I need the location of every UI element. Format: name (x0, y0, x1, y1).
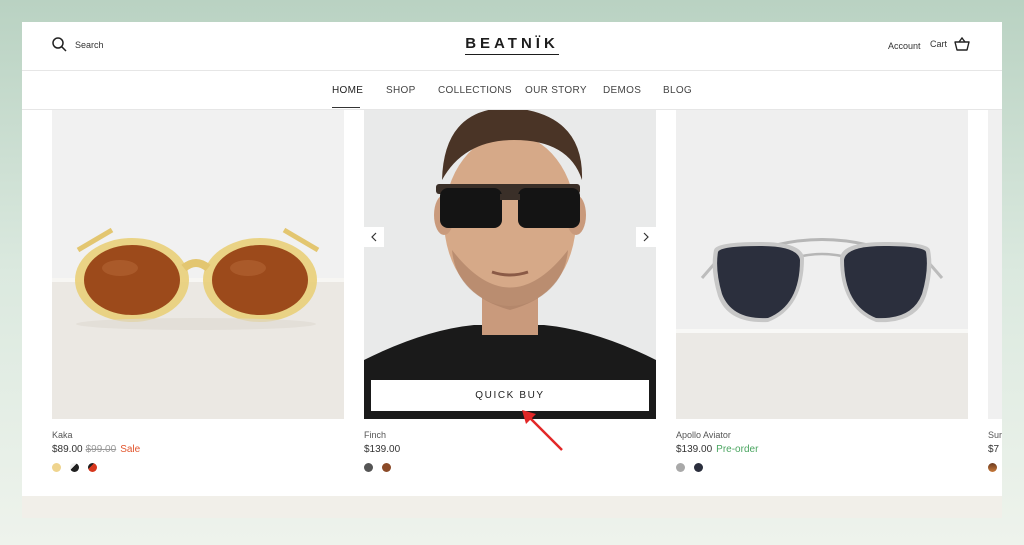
product-price: $139.00 (364, 444, 401, 455)
color-swatches (364, 463, 391, 472)
color-swatch[interactable] (70, 463, 79, 472)
nav-active-indicator (332, 107, 360, 108)
product-name[interactable]: Kaka (52, 430, 73, 440)
carousel-prev-button[interactable] (364, 227, 384, 247)
carousel-next-button[interactable] (636, 227, 656, 247)
nav-item-our-story[interactable]: OUR STORY (525, 85, 587, 96)
color-swatches (52, 463, 97, 472)
sale-badge: Sale (120, 444, 141, 455)
color-swatches (676, 463, 703, 472)
logo-text: BEATNÏK (465, 35, 559, 55)
product-price: $89.00 (52, 444, 83, 455)
main-nav: HOME SHOP COLLECTIONS OUR STORY DEMOS BL… (22, 71, 1002, 110)
product-image[interactable] (676, 110, 968, 419)
color-swatch[interactable] (694, 463, 703, 472)
aviator-sunglasses-image (676, 110, 968, 419)
price-row: $89.00 $99.00 Sale (52, 444, 140, 455)
nav-item-collections[interactable]: COLLECTIONS (438, 85, 512, 96)
cart-button[interactable]: Cart (930, 37, 970, 51)
site-header: Search BEATNÏK Account Cart (22, 22, 1002, 71)
chevron-right-icon (643, 232, 649, 242)
basket-icon (954, 37, 970, 51)
product-price: $7 (988, 444, 1000, 455)
color-swatch[interactable] (52, 463, 61, 472)
compare-price: $99.00 (85, 444, 117, 455)
product-card-partial[interactable]: Sur $7 (988, 110, 1002, 496)
color-swatch[interactable] (988, 463, 997, 472)
color-swatch[interactable] (364, 463, 373, 472)
account-link[interactable]: Account (888, 41, 921, 51)
product-name[interactable]: Sur (988, 430, 1002, 440)
nav-item-demos[interactable]: DEMOS (603, 85, 641, 96)
nav-item-home[interactable]: HOME (332, 85, 363, 96)
price-row: $139.00 (364, 444, 400, 455)
color-swatch[interactable] (676, 463, 685, 472)
footer-strip (22, 496, 1002, 518)
product-image[interactable]: QUICK BUY (364, 110, 656, 419)
store-page: Search BEATNÏK Account Cart HOME SHOP CO… (22, 22, 1002, 496)
cart-label: Cart (930, 39, 948, 49)
price-row: $139.00 Pre-order (676, 444, 758, 455)
color-swatches (988, 463, 997, 472)
nav-item-blog[interactable]: BLOG (663, 85, 692, 96)
price-row: $7 (988, 444, 999, 455)
product-price: $139.00 (676, 444, 713, 455)
chevron-left-icon (371, 232, 377, 242)
quick-buy-button[interactable]: QUICK BUY (371, 380, 649, 411)
product-name[interactable]: Finch (364, 430, 386, 440)
color-swatch[interactable] (88, 463, 97, 472)
product-name[interactable]: Apollo Aviator (676, 430, 731, 440)
logo[interactable]: BEATNÏK (22, 35, 1002, 55)
product-image[interactable] (988, 110, 1002, 419)
round-sunglasses-image (52, 110, 344, 419)
nav-item-shop[interactable]: SHOP (386, 85, 416, 96)
color-swatch[interactable] (382, 463, 391, 472)
preorder-badge: Pre-order (716, 444, 759, 455)
product-image[interactable] (52, 110, 344, 419)
annotation-arrow-icon (522, 410, 563, 451)
model-wearing-sunglasses-image (364, 110, 656, 419)
